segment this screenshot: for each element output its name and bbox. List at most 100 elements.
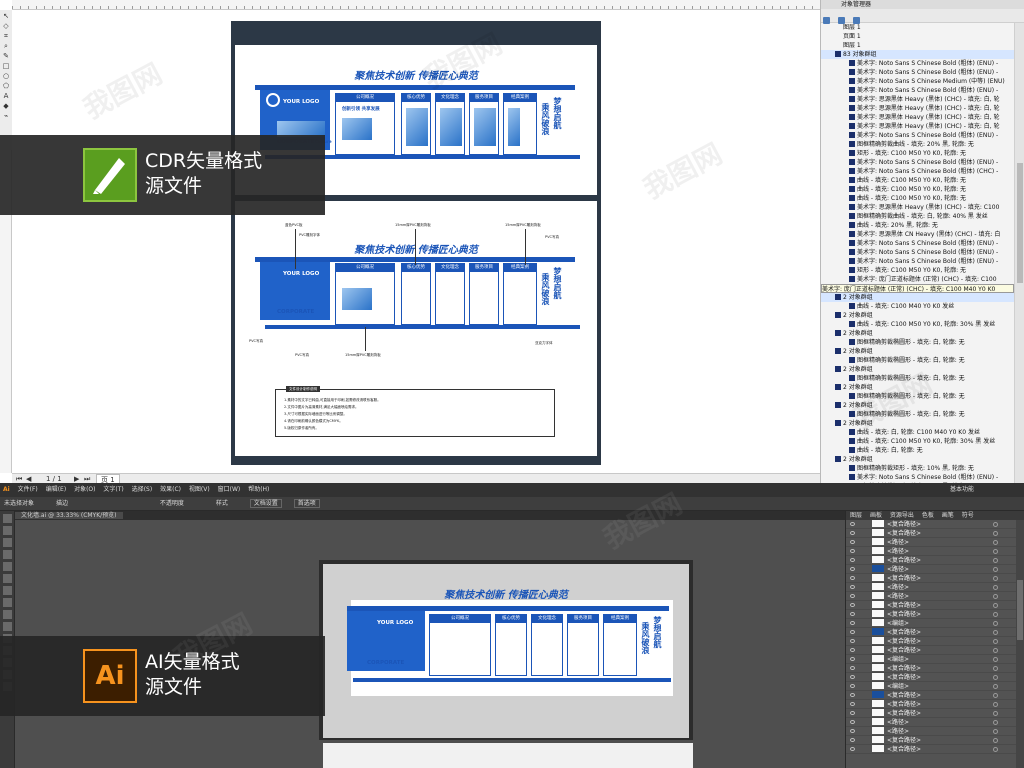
rectangle-tool-icon[interactable] xyxy=(3,586,12,595)
layer-row[interactable]: <编组> xyxy=(846,655,1024,664)
visibility-eye-icon[interactable] xyxy=(850,720,855,724)
scrollbar-thumb[interactable] xyxy=(1017,580,1023,640)
panel-tab[interactable]: 符号 xyxy=(962,512,974,519)
object-tree-row[interactable]: 2 对象群组 xyxy=(821,455,1014,464)
tree-header-row[interactable]: 图层 1 xyxy=(821,23,1014,32)
object-tree-row[interactable]: 2 对象群组 xyxy=(821,401,1014,410)
freehand-tool-icon[interactable]: ✎ xyxy=(1,52,11,60)
panel-tab[interactable]: 画板 xyxy=(870,512,882,519)
brush-tool-icon[interactable] xyxy=(3,598,12,607)
menu-item[interactable]: 编辑(E) xyxy=(46,486,66,493)
target-circle-icon[interactable] xyxy=(993,666,998,671)
visibility-eye-icon[interactable] xyxy=(850,612,855,616)
layer-row[interactable]: <复合路径> xyxy=(846,700,1024,709)
object-tree-row[interactable]: 图框精确剪裁椭圆形 - 填充: 白, 轮廓: 无 xyxy=(821,374,1014,383)
layer-row[interactable]: <复合路径> xyxy=(846,646,1024,655)
visibility-eye-icon[interactable] xyxy=(850,693,855,697)
object-tree-row[interactable]: 图框精确剪裁曲线 - 填充: 20% 黑, 轮廓: 无 xyxy=(821,140,1014,149)
target-circle-icon[interactable] xyxy=(993,657,998,662)
target-circle-icon[interactable] xyxy=(993,738,998,743)
object-tree-row[interactable]: 美术字: Noto Sans S Chinese Bold (粗体) (ENU)… xyxy=(821,86,1014,95)
layer-row[interactable]: <路径> xyxy=(846,718,1024,727)
rotate-tool-icon[interactable] xyxy=(3,622,12,631)
object-tree-row[interactable]: 曲线 - 填充: 白, 轮廓: C100 M40 Y0 K0 发丝 xyxy=(821,428,1014,437)
object-tree-row[interactable]: 图框精确剪裁曲线 - 填充: 白, 轮廓: 40% 黑 发丝 xyxy=(821,212,1014,221)
object-tree-row[interactable]: 曲线 - 填充: 20% 黑, 轮廓: 无 xyxy=(821,221,1014,230)
object-tree-row[interactable]: 2 对象群组 xyxy=(821,383,1014,392)
object-tree-row[interactable]: 美术字: 思源黑体 Heavy (黑体) (CHC) - 填充: C100 xyxy=(821,203,1014,212)
target-circle-icon[interactable] xyxy=(993,549,998,554)
visibility-eye-icon[interactable] xyxy=(850,567,855,571)
visibility-eye-icon[interactable] xyxy=(850,702,855,706)
document-setup-button[interactable]: 文档设置 xyxy=(249,499,282,508)
layer-row[interactable]: <复合路径> xyxy=(846,628,1024,637)
object-tree-row[interactable]: 美术字: Noto Sans S Chinese Bold (粗体) (ENU)… xyxy=(821,248,1014,257)
visibility-eye-icon[interactable] xyxy=(850,585,855,589)
target-circle-icon[interactable] xyxy=(993,522,998,527)
scrollbar-thumb[interactable] xyxy=(1017,163,1023,283)
visibility-eye-icon[interactable] xyxy=(850,594,855,598)
object-tree-row[interactable]: 2 对象群组 xyxy=(821,329,1014,338)
layer-row[interactable]: <复合路径> xyxy=(846,664,1024,673)
layer-row[interactable]: <复合路径> xyxy=(846,520,1024,529)
visibility-eye-icon[interactable] xyxy=(850,711,855,715)
menu-item[interactable]: 视图(V) xyxy=(189,486,210,493)
visibility-eye-icon[interactable] xyxy=(850,621,855,625)
object-tree-row[interactable]: 图框精确剪裁椭圆形 - 填充: 白, 轮廓: 无 xyxy=(821,392,1014,401)
object-tree-row[interactable]: 美术字: Noto Sans S Chinese Bold (粗体) (ENU)… xyxy=(821,59,1014,68)
stroke-label[interactable]: 描边 xyxy=(56,500,68,507)
object-tree-row[interactable]: 2 对象群组 xyxy=(821,293,1014,302)
target-circle-icon[interactable] xyxy=(993,558,998,563)
target-circle-icon[interactable] xyxy=(993,630,998,635)
panel-tab[interactable]: 画笔 xyxy=(942,512,954,519)
menu-item[interactable]: 帮助(H) xyxy=(248,486,269,493)
target-circle-icon[interactable] xyxy=(993,531,998,536)
target-circle-icon[interactable] xyxy=(993,747,998,752)
eyedropper-tool-icon[interactable]: ⌁ xyxy=(1,112,11,120)
menu-item[interactable]: 选择(S) xyxy=(132,486,153,493)
target-circle-icon[interactable] xyxy=(993,639,998,644)
layer-row[interactable]: <复合路径> xyxy=(846,736,1024,745)
target-circle-icon[interactable] xyxy=(993,567,998,572)
panel-tab[interactable]: 图层 xyxy=(850,512,862,519)
layer-row[interactable]: <路径> xyxy=(846,538,1024,547)
object-tree-row[interactable]: 美术字: Noto Sans S Chinese Bold (粗体) (ENU)… xyxy=(821,257,1014,266)
object-tree-row[interactable]: 曲线 - 填充: 白, 轮廓: 无 xyxy=(821,446,1014,455)
visibility-eye-icon[interactable] xyxy=(850,648,855,652)
menu-item[interactable]: 对象(O) xyxy=(74,486,95,493)
object-tree-row[interactable]: 美术字: Noto Sans S Chinese Bold (粗体) (ENU)… xyxy=(821,68,1014,77)
shape-tool-icon[interactable]: ◇ xyxy=(1,22,11,30)
target-circle-icon[interactable] xyxy=(993,621,998,626)
layer-row[interactable]: <路径> xyxy=(846,727,1024,736)
visibility-eye-icon[interactable] xyxy=(850,549,855,553)
target-circle-icon[interactable] xyxy=(993,720,998,725)
target-circle-icon[interactable] xyxy=(993,594,998,599)
object-tree-row[interactable]: 曲线 - 填充: C100 M50 Y0 K0, 轮廓: 无 xyxy=(821,194,1014,203)
layer-row[interactable]: <路径> xyxy=(846,547,1024,556)
layer-row[interactable]: <复合路径> xyxy=(846,709,1024,718)
layer-row[interactable]: <路径> xyxy=(846,565,1024,574)
object-manager-scrollbar[interactable] xyxy=(1014,23,1024,483)
polygon-tool-icon[interactable]: ⬠ xyxy=(1,82,11,90)
visibility-eye-icon[interactable] xyxy=(850,738,855,742)
layer-row[interactable]: <复合路径> xyxy=(846,610,1024,619)
object-tree-row[interactable]: 美术字: Noto Sans S Chinese Bold (粗体) (ENU)… xyxy=(821,158,1014,167)
rectangle-tool-icon[interactable]: □ xyxy=(1,62,11,70)
line-tool-icon[interactable] xyxy=(3,574,12,583)
target-circle-icon[interactable] xyxy=(993,729,998,734)
visibility-eye-icon[interactable] xyxy=(850,747,855,751)
object-tree-row[interactable]: 曲线 - 填充: C100 M50 Y0 K0, 轮廓: 30% 黑 发丝 xyxy=(821,320,1014,329)
target-circle-icon[interactable] xyxy=(993,576,998,581)
magic-wand-tool-icon[interactable] xyxy=(3,538,12,547)
layer-row[interactable]: <复合路径> xyxy=(846,637,1024,646)
visibility-eye-icon[interactable] xyxy=(850,657,855,661)
object-tree-row[interactable]: 美术字: 思源黑体 Heavy (黑体) (CHC) - 填充: 白, 轮 xyxy=(821,113,1014,122)
layer-row[interactable]: <路径> xyxy=(846,583,1024,592)
object-tree-row[interactable]: 矩形 - 填充: C100 M50 Y0 K0, 轮廓: 无 xyxy=(821,266,1014,275)
target-circle-icon[interactable] xyxy=(993,684,998,689)
layer-row[interactable]: <复合路径> xyxy=(846,529,1024,538)
visibility-eye-icon[interactable] xyxy=(850,630,855,634)
object-tree-row[interactable]: 83 对象群组 xyxy=(821,50,1014,59)
style-label[interactable]: 样式 xyxy=(216,500,228,507)
menu-item[interactable]: 文件(F) xyxy=(18,486,38,493)
